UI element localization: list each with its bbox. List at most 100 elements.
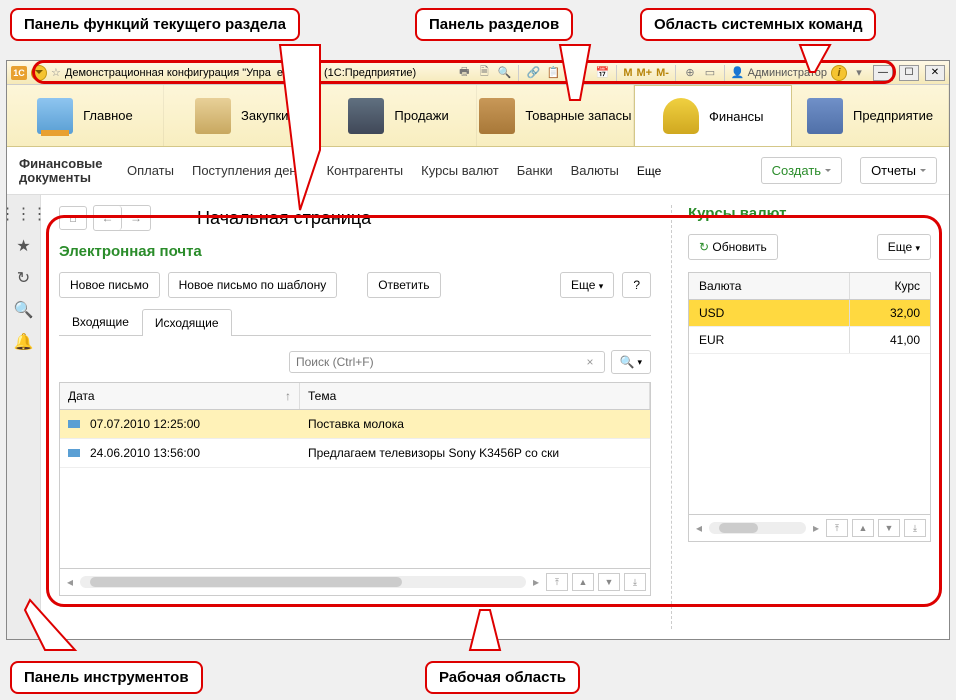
email-help-button[interactable]: ? — [622, 272, 651, 298]
grid-first-button[interactable]: ⤒ — [826, 519, 848, 537]
reply-button[interactable]: Ответить — [367, 272, 440, 298]
apps-icon[interactable]: ⋮⋮⋮ — [15, 205, 33, 223]
currency-more-button[interactable]: Еще ▾ — [877, 234, 931, 260]
minimize-button[interactable]: — — [873, 65, 893, 81]
section-stock[interactable]: Товарные запасы — [477, 85, 634, 146]
calc-icon[interactable]: 🖩 — [574, 65, 590, 81]
annotation-tools-panel: Панель инструментов — [10, 661, 203, 694]
new-mail-button[interactable]: Новое письмо — [59, 272, 160, 298]
annotation-system-commands: Область системных команд — [640, 8, 876, 41]
main-menu-dropdown[interactable] — [31, 65, 47, 81]
table-row[interactable]: 07.07.2010 12:25:00 Поставка молока — [60, 410, 650, 439]
main-section-icon — [37, 98, 73, 134]
zoom-in-icon[interactable]: ⊕ — [682, 65, 698, 81]
fin-section-icon — [663, 98, 699, 134]
scroll-left-icon[interactable]: ◂ — [64, 575, 76, 589]
scroll-left-icon[interactable]: ◂ — [693, 521, 705, 535]
grid-down-button[interactable]: ▼ — [598, 573, 620, 591]
nav-forward-button[interactable]: → — [122, 206, 150, 230]
current-user[interactable]: 👤 Администратор — [731, 66, 827, 79]
grid-up-button[interactable]: ▲ — [572, 573, 594, 591]
sort-asc-icon: ↑ — [285, 389, 291, 403]
section-fin[interactable]: Финансы — [634, 85, 792, 146]
fn-more[interactable]: Еще — [637, 164, 665, 178]
currency-grid: Валюта Курс USD 32,00 EUR 41,00 ◂ — [688, 272, 931, 542]
dropdown-icon[interactable]: ▾ — [851, 65, 867, 81]
currency-panel-title: Курсы валют — [688, 205, 931, 222]
email-tabs: Входящие Исходящие — [59, 308, 651, 336]
star-icon[interactable]: ★ — [15, 237, 33, 255]
print-preview-icon[interactable]: 🗎 — [476, 65, 492, 81]
functions-panel: Финансовые документы Оплаты Поступления … — [7, 147, 949, 195]
memory-mminus-button[interactable]: M- — [656, 67, 669, 79]
titlebar: 1C ☆ Демонстрационная конфигурация "Упра… — [7, 61, 949, 85]
grid-down-button[interactable]: ▼ — [878, 519, 900, 537]
fn-rates[interactable]: Курсы валют — [421, 163, 499, 178]
fn-findocs[interactable]: Финансовые документы — [19, 157, 109, 185]
app-icon: 1C — [11, 66, 27, 80]
home-button[interactable]: ⌂ — [59, 206, 87, 230]
fn-currencies[interactable]: Валюты — [571, 163, 619, 178]
grid-up-button[interactable]: ▲ — [852, 519, 874, 537]
favorite-icon[interactable]: ☆ — [51, 66, 61, 79]
info-icon[interactable]: i — [831, 65, 847, 81]
window-title: Демонстрационная конфигурация "Упра — [65, 67, 271, 79]
work-area: ⌂ ← → Начальная страница Электронная поч… — [41, 195, 949, 639]
scroll-right-icon[interactable]: ▸ — [810, 521, 822, 535]
currency-col-name[interactable]: Валюта — [689, 273, 850, 299]
scroll-right-icon[interactable]: ▸ — [530, 575, 542, 589]
app-window: 1C ☆ Демонстрационная конфигурация "Упра… — [6, 60, 950, 640]
grid-first-button[interactable]: ⤒ — [546, 573, 568, 591]
section-buy[interactable]: Закупки — [164, 85, 321, 146]
new-mail-tpl-button[interactable]: Новое письмо по шаблону — [168, 272, 338, 298]
fn-contractors[interactable]: Контрагенты — [327, 163, 404, 178]
refresh-button[interactable]: ↻ Обновить — [688, 234, 778, 260]
create-button[interactable]: Создать — [761, 157, 842, 184]
left-toolbar: ⋮⋮⋮ ★ ↻ 🔍 🔔 — [7, 195, 41, 639]
display-icon[interactable]: ▭ — [702, 65, 718, 81]
maximize-button[interactable]: ☐ — [899, 65, 919, 81]
table-row[interactable]: 24.06.2010 13:56:00 Предлагаем телевизор… — [60, 439, 650, 468]
tab-outbox[interactable]: Исходящие — [142, 309, 232, 336]
table-row[interactable]: EUR 41,00 — [689, 327, 930, 354]
section-main[interactable]: Главное — [7, 85, 164, 146]
calendar-icon[interactable]: 📅 — [594, 65, 610, 81]
user-icon: 👤 — [731, 66, 745, 79]
memory-m-button[interactable]: M — [623, 67, 632, 79]
grid-last-button[interactable]: ⤓ — [904, 519, 926, 537]
link-icon[interactable]: 🔗 — [525, 65, 541, 81]
bell-icon[interactable]: 🔔 — [15, 333, 33, 351]
section-sale[interactable]: Продажи — [321, 85, 478, 146]
email-col-subject[interactable]: Тема — [300, 383, 650, 409]
grid-last-button[interactable]: ⤓ — [624, 573, 646, 591]
search-box[interactable]: × — [289, 351, 605, 373]
reports-button[interactable]: Отчеты — [860, 157, 937, 184]
fn-receipts[interactable]: Поступления денег — [192, 163, 309, 178]
h-scrollbar[interactable] — [80, 576, 526, 588]
email-more-button[interactable]: Еще ▾ — [560, 272, 614, 298]
search-input[interactable] — [296, 355, 583, 369]
fn-payments[interactable]: Оплаты — [127, 163, 174, 178]
nav-back-button[interactable]: ← — [94, 206, 122, 230]
search-button[interactable]: 🔍 ▾ — [611, 350, 651, 374]
search-icon[interactable]: 🔍 — [15, 301, 33, 319]
fn-banks[interactable]: Банки — [517, 163, 553, 178]
stock-section-icon — [479, 98, 515, 134]
h-scrollbar[interactable] — [709, 522, 806, 534]
memory-mplus-button[interactable]: M+ — [637, 67, 653, 79]
search-clear-icon[interactable]: × — [583, 355, 598, 369]
table-row[interactable]: USD 32,00 — [689, 300, 930, 327]
annotation-functions-panel: Панель функций текущего раздела — [10, 8, 300, 41]
section-ent[interactable]: Предприятие — [792, 85, 949, 146]
print-icon[interactable]: 🖶 — [456, 65, 472, 81]
copy-icon[interactable]: 📋 — [545, 65, 561, 81]
page-title: Начальная страница — [197, 208, 371, 229]
tab-inbox[interactable]: Входящие — [59, 308, 142, 335]
close-button[interactable]: ✕ — [925, 65, 945, 81]
search-tb-icon[interactable]: 🔍 — [496, 65, 512, 81]
body-area: ⋮⋮⋮ ★ ↻ 🔍 🔔 ⌂ ← → Начальная страница Эле… — [7, 195, 949, 639]
history-icon[interactable]: ↻ — [15, 269, 33, 287]
mail-icon — [68, 449, 80, 457]
currency-col-rate[interactable]: Курс — [850, 273, 930, 299]
email-col-date[interactable]: Дата↑ — [60, 383, 300, 409]
